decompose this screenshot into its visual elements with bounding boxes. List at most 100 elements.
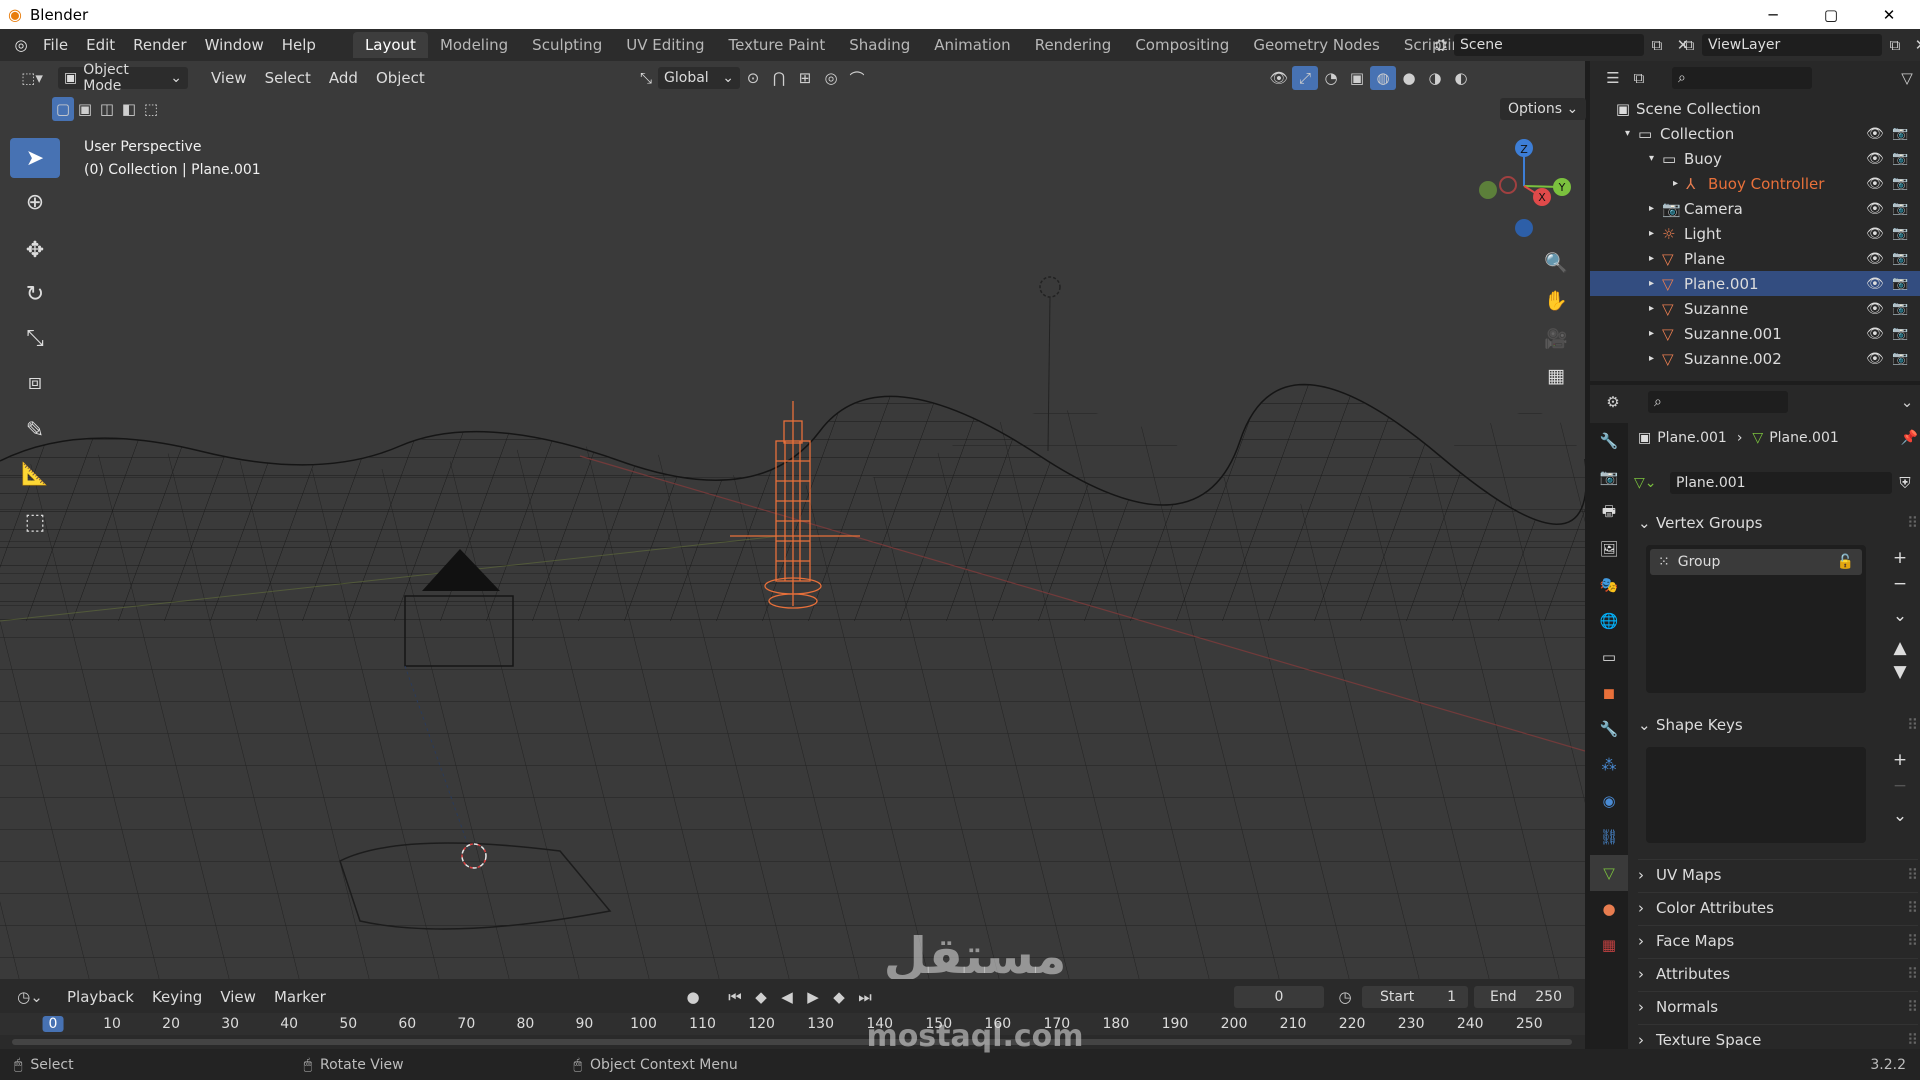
remove-shape-key-button[interactable]: − xyxy=(1888,775,1912,797)
disclosure-triangle-icon[interactable]: ▸ xyxy=(1590,278,1662,289)
outliner-item-suzanne[interactable]: ▸ ▽ Suzanne 👁 📷 xyxy=(1590,296,1920,321)
view-layer-field[interactable]: ViewLayer xyxy=(1702,34,1882,56)
constraints-tab-icon[interactable]: ⛓ xyxy=(1590,819,1628,855)
outliner-item-suzanne-001[interactable]: ▸ ▽ Suzanne.001 👁 📷 xyxy=(1590,321,1920,346)
shape-keys-panel-header[interactable]: ⌄ Shape Keys ⠿ xyxy=(1638,710,1918,740)
properties-search-input[interactable]: ⌕ xyxy=(1648,391,1788,413)
timeline-editor-type-icon[interactable]: ◷⌄ xyxy=(12,985,48,1009)
menu-file[interactable]: File xyxy=(34,36,77,54)
delete-view-layer-icon[interactable]: ✕ xyxy=(1908,33,1920,57)
outliner-item-camera[interactable]: ▸ 📷 Camera 👁 📷 xyxy=(1590,196,1920,221)
panel-header-face-maps[interactable]: › Face Maps ⠿ xyxy=(1638,925,1918,955)
lock-icon[interactable]: 🔓 xyxy=(1837,554,1854,570)
add-cube-tool-icon[interactable]: ⬚ xyxy=(10,502,60,542)
xray-icon[interactable]: ▣ xyxy=(1344,66,1370,90)
eye-visibility-icon[interactable]: 👁 xyxy=(1866,176,1884,192)
vertex-groups-list[interactable]: ⁙ Group 🔓 xyxy=(1646,545,1866,693)
tool-tab-icon[interactable]: 🔧 xyxy=(1590,423,1628,459)
eye-visibility-icon[interactable]: 👁 xyxy=(1866,201,1884,217)
outliner-item-light[interactable]: ▸ ☼ Light 👁 📷 xyxy=(1590,221,1920,246)
drag-handle-icon[interactable]: ⠿ xyxy=(1907,514,1918,532)
transform-orientation-dropdown[interactable]: Global ⌄ xyxy=(658,67,741,89)
outliner-item-plane-001[interactable]: ▸ ▽ Plane.001 👁 📷 xyxy=(1590,271,1920,296)
properties-editor-type-icon[interactable]: ⚙ xyxy=(1600,390,1626,414)
editor-type-icon[interactable]: ⬚▾ xyxy=(12,66,52,90)
drag-handle-icon[interactable]: ⠿ xyxy=(1907,716,1918,734)
tab-modeling[interactable]: Modeling xyxy=(428,32,520,58)
disclosure-triangle-icon[interactable]: ▾ xyxy=(1590,153,1662,164)
render-visibility-icon[interactable]: 📷 xyxy=(1892,351,1908,366)
panel-header-color-attributes[interactable]: › Color Attributes ⠿ xyxy=(1638,892,1918,922)
render-tab-icon[interactable]: 📷 xyxy=(1590,459,1628,495)
drag-handle-icon[interactable]: ⠿ xyxy=(1907,932,1918,950)
scene-selector-icon[interactable]: ⛭ xyxy=(1428,33,1454,57)
viewport-menu-view[interactable]: View xyxy=(202,69,256,87)
ortho-grid-icon[interactable]: ▦ xyxy=(1540,358,1572,394)
mode-selector[interactable]: ▣ Object Mode ⌄ xyxy=(58,62,188,94)
eye-visibility-icon[interactable]: 👁 xyxy=(1866,251,1884,267)
outliner-item-collection[interactable]: ▾ ▭ Collection 👁 📷 xyxy=(1590,121,1920,146)
eye-visibility-icon[interactable]: 👁 xyxy=(1866,226,1884,242)
timeline-menu-playback[interactable]: Playback xyxy=(58,988,143,1006)
select-box-tool-icon[interactable]: ➤ xyxy=(10,138,60,178)
material-shading-icon[interactable]: ◑ xyxy=(1422,66,1448,90)
rotate-tool-icon[interactable]: ↻ xyxy=(10,274,60,314)
jump-end-icon[interactable]: ⏭ xyxy=(852,985,878,1009)
shape-key-specials-icon[interactable]: ⌄ xyxy=(1888,805,1912,827)
options-dropdown[interactable]: Options ⌄ xyxy=(1500,98,1587,120)
measure-tool-icon[interactable]: 📐 xyxy=(10,454,60,494)
record-icon[interactable]: ● xyxy=(680,985,706,1009)
zoom-icon[interactable]: 🔍 xyxy=(1540,244,1572,280)
render-visibility-icon[interactable]: 📷 xyxy=(1892,126,1908,141)
select-invert-icon[interactable]: ◧ xyxy=(118,97,140,121)
play-reverse-icon[interactable]: ◀ xyxy=(774,985,800,1009)
world-tab-icon[interactable]: 🌐 xyxy=(1590,603,1628,639)
disclosure-triangle-icon[interactable]: ▸ xyxy=(1590,328,1662,339)
drag-handle-icon[interactable]: ⠿ xyxy=(1907,866,1918,884)
play-icon[interactable]: ▶ xyxy=(800,985,826,1009)
chevron-down-icon[interactable]: ⌄ xyxy=(1894,390,1920,414)
material-tab-icon[interactable]: ● xyxy=(1590,891,1628,927)
drag-handle-icon[interactable]: ⠿ xyxy=(1907,1031,1918,1049)
tab-compositing[interactable]: Compositing xyxy=(1123,32,1241,58)
jump-start-icon[interactable]: ⏮ xyxy=(722,985,748,1009)
mesh-name-field[interactable]: Plane.001 xyxy=(1670,472,1892,494)
snap-target-icon[interactable]: ⊞ xyxy=(792,66,818,90)
viewport-menu-select[interactable]: Select xyxy=(256,69,320,87)
timeline-scrollbar[interactable] xyxy=(12,1039,1572,1045)
vertex-group-specials-icon[interactable]: ⌄ xyxy=(1888,605,1912,627)
remove-vertex-group-button[interactable]: − xyxy=(1888,573,1912,595)
render-visibility-icon[interactable]: 📷 xyxy=(1892,326,1908,341)
gizmo-toggle-icon[interactable]: ⤢ xyxy=(1292,66,1318,90)
output-tab-icon[interactable]: 🖶 xyxy=(1590,495,1628,531)
view-layer-selector-icon[interactable]: ⧉ xyxy=(1676,33,1702,57)
render-visibility-icon[interactable]: 📷 xyxy=(1892,301,1908,316)
physics-tab-icon[interactable]: ◉ xyxy=(1590,783,1628,819)
render-visibility-icon[interactable]: 📷 xyxy=(1892,226,1908,241)
outliner-item-suzanne-002[interactable]: ▸ ▽ Suzanne.002 👁 📷 xyxy=(1590,346,1920,371)
filter-icon[interactable]: ▽ xyxy=(1894,66,1920,90)
disclosure-triangle-icon[interactable]: ▾ xyxy=(1590,128,1638,139)
panel-header-normals[interactable]: › Normals ⠿ xyxy=(1638,991,1918,1021)
tab-shading[interactable]: Shading xyxy=(837,32,922,58)
tab-layout[interactable]: Layout xyxy=(352,32,428,58)
pan-hand-icon[interactable]: ✋ xyxy=(1540,282,1572,318)
display-mode-icon[interactable]: ⧉ xyxy=(1626,66,1652,90)
modifier-tab-icon[interactable]: 🔧 xyxy=(1590,711,1628,747)
eye-visibility-icon[interactable]: 👁 xyxy=(1866,351,1884,367)
eye-visibility-icon[interactable]: 👁 xyxy=(1866,276,1884,292)
outliner-editor-type-icon[interactable]: ☰ xyxy=(1600,66,1626,90)
frame-ruler[interactable]: 0 10 20 30 40 50 60 70 80 90 100 110 120 130 140 150 160… xyxy=(0,1013,1585,1035)
disclosure-triangle-icon[interactable]: ▸ xyxy=(1590,253,1662,264)
vertex-groups-panel-header[interactable]: ⌄ Vertex Groups ⠿ xyxy=(1638,508,1918,538)
viewport-menu-add[interactable]: Add xyxy=(320,69,367,87)
move-tool-icon[interactable]: ✥ xyxy=(10,230,60,270)
eye-visibility-icon[interactable]: 👁 xyxy=(1866,151,1884,167)
drag-handle-icon[interactable]: ⠿ xyxy=(1907,965,1918,983)
outliner-search-input[interactable]: ⌕ xyxy=(1672,67,1812,89)
new-view-layer-icon[interactable]: ⧉ xyxy=(1882,33,1908,57)
tab-uv-editing[interactable]: UV Editing xyxy=(614,32,716,58)
scene-collection-row[interactable]: ▣ Scene Collection xyxy=(1590,96,1920,121)
blender-menu-icon[interactable]: ◎ xyxy=(8,33,34,57)
panel-header-attributes[interactable]: › Attributes ⠿ xyxy=(1638,958,1918,988)
